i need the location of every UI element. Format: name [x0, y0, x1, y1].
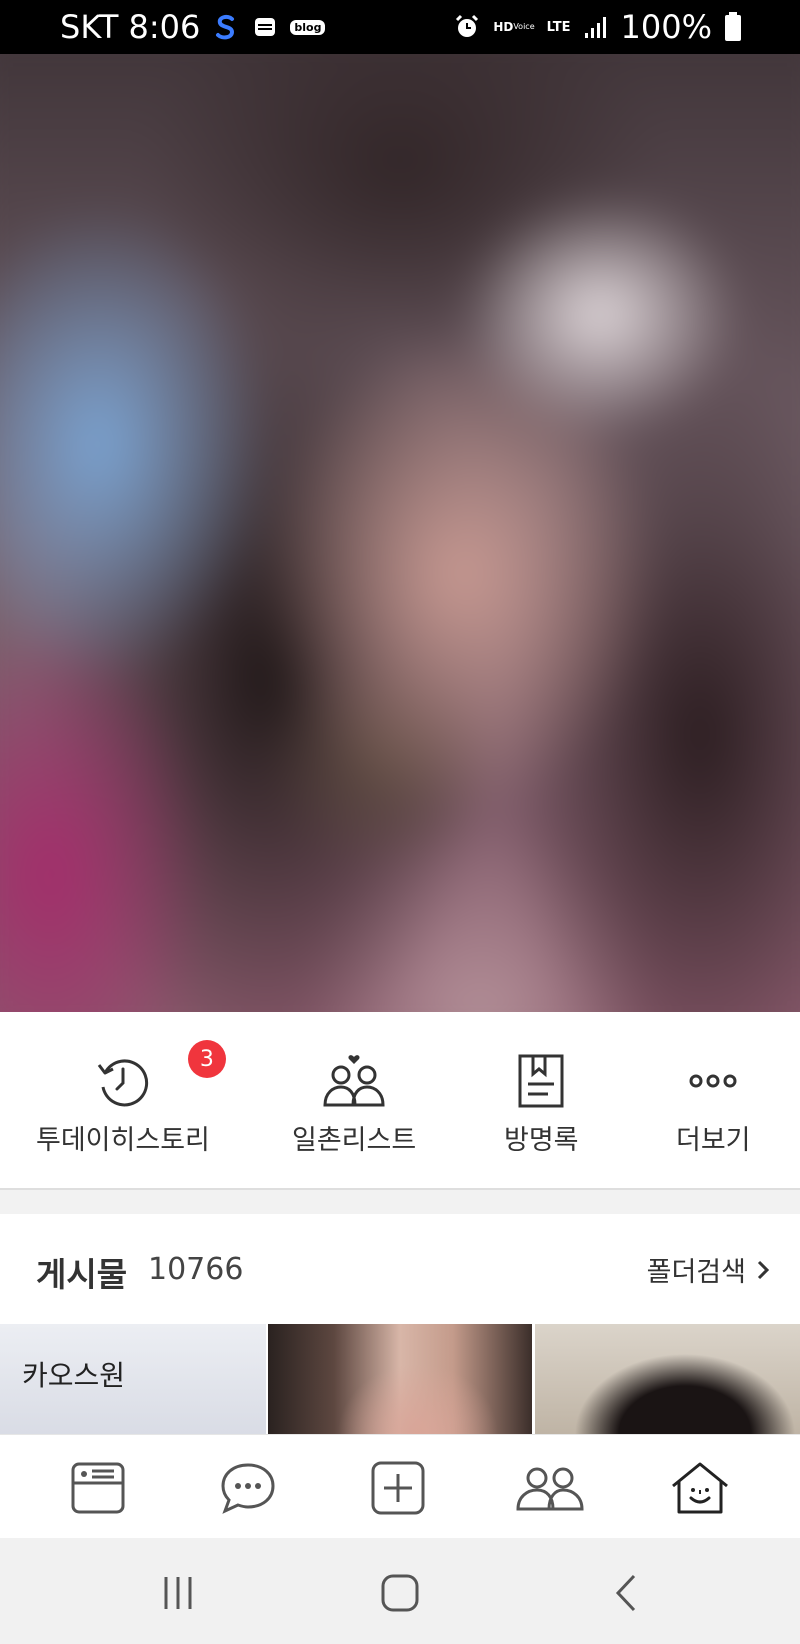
- history-clock-icon: 3: [36, 1040, 226, 1112]
- alarm-icon: [453, 13, 481, 41]
- friends-icon: [516, 1467, 584, 1511]
- cover-photo-image: [0, 54, 800, 1012]
- menu-label: 더보기: [676, 1125, 751, 1156]
- posts-count: 10766: [148, 1252, 244, 1287]
- home-button[interactable]: [370, 1568, 430, 1618]
- folder-search-button[interactable]: 폴더검색: [647, 1250, 770, 1289]
- nav-add-post[interactable]: [358, 1455, 438, 1521]
- quick-menu: 3 투데이히스토리 일촌리스트 방명록 더보기: [0, 1012, 800, 1190]
- notification-badge: 3: [187, 1040, 226, 1078]
- recent-apps-button[interactable]: [148, 1568, 208, 1618]
- voice-text: Voice: [513, 22, 535, 31]
- battery-icon: [724, 12, 742, 42]
- feed-icon: [71, 1462, 125, 1514]
- s-app-icon: [212, 13, 240, 41]
- status-left: SKT 8:06 blog: [60, 8, 326, 46]
- carrier-time: SKT 8:06: [60, 8, 201, 46]
- menu-label: 일촌리스트: [292, 1125, 417, 1156]
- chevron-right-icon: [757, 1260, 770, 1279]
- cover-photo[interactable]: [0, 54, 800, 1012]
- nav-minihome[interactable]: [660, 1455, 740, 1521]
- menu-label: 투데이히스토리: [36, 1125, 210, 1156]
- storage-icon: [252, 14, 278, 40]
- folder-search-label: 폴더검색: [646, 1257, 746, 1288]
- signal-icon: [583, 15, 609, 39]
- hd-text: HD: [493, 20, 514, 34]
- posts-header: 게시물 10766 폴더검색: [0, 1214, 800, 1324]
- network-text: LTE: [546, 19, 571, 35]
- status-right: HD Voice LTE 100%: [453, 8, 742, 46]
- back-icon: [615, 1574, 636, 1612]
- hd-voice-icon: HD Voice: [493, 21, 534, 33]
- menu-more[interactable]: 더보기: [676, 1050, 751, 1157]
- nav-feed[interactable]: [58, 1455, 138, 1521]
- bottom-nav: [0, 1434, 800, 1538]
- post-tile-label: 카오스원: [22, 1359, 126, 1392]
- chat-icon: [221, 1463, 275, 1514]
- post-grid: 카오스원: [0, 1324, 800, 1434]
- system-nav-bar: [0, 1538, 800, 1644]
- posts-title: 게시물: [36, 1255, 128, 1294]
- guestbook-icon: [504, 1050, 579, 1112]
- menu-friend-list[interactable]: 일촌리스트: [292, 1050, 416, 1157]
- nav-chat[interactable]: [208, 1455, 288, 1521]
- friends-heart-icon: [292, 1050, 416, 1112]
- post-tile-photo[interactable]: [268, 1324, 532, 1434]
- home-icon: [381, 1574, 419, 1612]
- menu-today-history[interactable]: 3 투데이히스토리: [36, 1040, 226, 1157]
- post-tile-photo[interactable]: [535, 1324, 800, 1434]
- menu-guestbook[interactable]: 방명록: [504, 1050, 579, 1157]
- minihome-icon: [672, 1462, 728, 1514]
- section-divider: [0, 1190, 800, 1214]
- lte-icon: LTE: [547, 21, 571, 34]
- add-post-icon: [371, 1461, 425, 1515]
- menu-label: 방명록: [504, 1125, 579, 1156]
- post-tile[interactable]: 카오스원: [0, 1324, 266, 1434]
- more-dots-icon: [676, 1050, 751, 1112]
- nav-friends[interactable]: [510, 1455, 590, 1521]
- back-button[interactable]: [596, 1568, 656, 1618]
- blog-icon: blog: [290, 19, 326, 35]
- battery-percent: 100%: [620, 8, 712, 46]
- status-bar: SKT 8:06 blog HD Voice LTE 100%: [0, 0, 800, 54]
- recent-apps-icon: [164, 1577, 192, 1609]
